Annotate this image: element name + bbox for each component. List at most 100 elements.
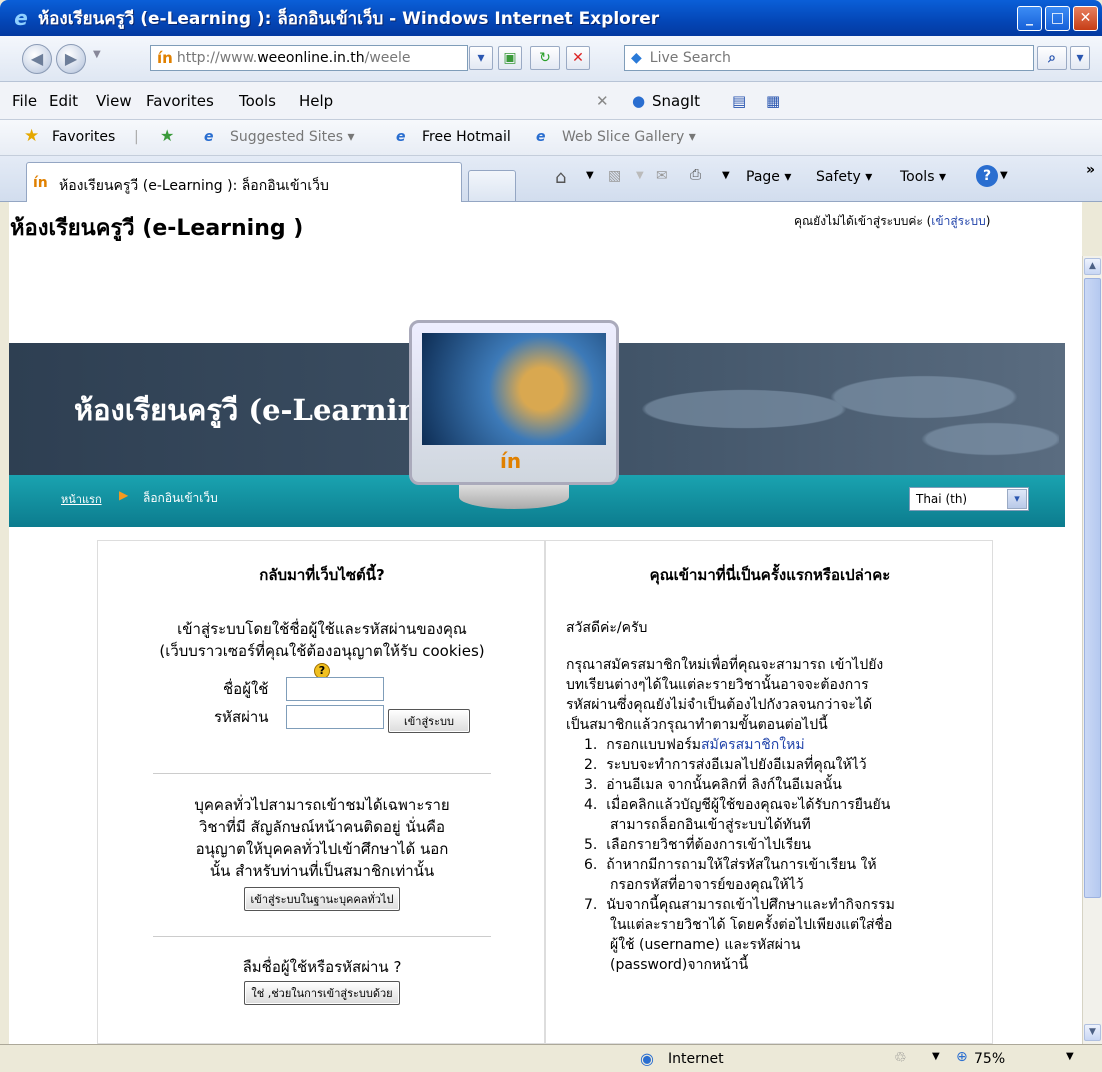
search-box[interactable]: ◆ Live Search: [624, 45, 1034, 71]
read-mail-icon[interactable]: ✉: [656, 168, 668, 184]
safety-menu[interactable]: Safety ▾: [816, 169, 872, 185]
help-dropdown-icon[interactable]: ▼: [1000, 170, 1008, 181]
language-value: Thai (th): [916, 492, 968, 506]
vertical-scrollbar[interactable]: ▲ ▼: [1082, 256, 1102, 1044]
divider: [153, 936, 491, 937]
menu-view[interactable]: View: [96, 92, 132, 110]
minimize-button[interactable]: _: [1017, 5, 1042, 31]
login-button[interactable]: เข้าสู่ระบบ: [388, 709, 470, 733]
step-7-cont-2: ผู้ใช้ (username) และรหัสผ่าน: [610, 937, 801, 953]
address-dropdown-button[interactable]: ▾: [469, 46, 493, 70]
protected-mode-icon[interactable]: ♲: [894, 1050, 907, 1066]
home-icon[interactable]: ⌂: [555, 167, 566, 188]
menu-file[interactable]: File: [12, 92, 37, 110]
search-options-button[interactable]: ▾: [1070, 46, 1090, 70]
step-3: 3. อ่านอีเมล จากนั้นคลิกที่ ลิงก์ในอีเมล…: [584, 777, 842, 793]
protected-mode-dropdown-icon[interactable]: ▼: [932, 1051, 940, 1062]
separator: |: [134, 129, 139, 145]
scroll-thumb[interactable]: [1084, 278, 1101, 898]
search-placeholder: Live Search: [649, 50, 731, 66]
history-dropdown-icon[interactable]: ▼: [93, 49, 101, 60]
forward-button[interactable]: ▶: [56, 44, 86, 74]
new-tab-button[interactable]: [468, 170, 516, 202]
zoom-dropdown-icon[interactable]: ▼: [1066, 1051, 1074, 1062]
maximize-button[interactable]: □: [1045, 5, 1070, 31]
snagit-capture-icon[interactable]: ▤: [732, 92, 746, 110]
suggested-sites-link[interactable]: Suggested Sites ▾: [230, 129, 355, 145]
language-select[interactable]: Thai (th) ▾: [909, 487, 1029, 511]
menu-favorites[interactable]: Favorites: [146, 92, 214, 110]
print-dropdown-icon[interactable]: ▼: [722, 170, 730, 181]
breadcrumb-current: ล็อกอินเข้าเว็บ: [143, 491, 218, 505]
step-7-cont-3: (password)จากหน้านี้: [610, 957, 749, 973]
close-button[interactable]: ✕: [1073, 5, 1098, 31]
scroll-up-button[interactable]: ▲: [1084, 258, 1101, 275]
guest-text-3: อนุญาตให้บุคคลทั่วไปเข้าศึกษาได้ นอก: [195, 840, 449, 858]
step-1: 1. กรอกแบบฟอร์มสมัครสมาชิกใหม่: [584, 737, 805, 753]
stop-button[interactable]: ✕: [566, 46, 590, 70]
window-title-bar[interactable]: e ห้องเรียนครูวี (e-Learning ): ล็อกอินเ…: [0, 0, 1102, 36]
search-icon[interactable]: ⌕: [1037, 46, 1067, 70]
status-bar: ◉ Internet ♲ ▼ ⊕ 75% ▼: [0, 1044, 1102, 1072]
address-bar[interactable]: ín http://www. weeonline.in.th/weele: [150, 45, 468, 71]
monitor-graphic: ín: [409, 320, 619, 485]
compatibility-view-icon[interactable]: ▣: [498, 46, 522, 70]
breadcrumb-arrow-icon: ▶: [119, 488, 129, 502]
world-map-graphic: [609, 349, 1059, 469]
tab-active[interactable]: ín ห้องเรียนครูวี (e-Learning ): ล็อกอิน…: [26, 162, 462, 202]
zoom-icon[interactable]: ⊕: [956, 1049, 968, 1065]
guest-text-2: วิชาที่มี สัญลักษณ์หน้าคนติดอยู่ นั่นคือ: [198, 818, 446, 836]
home-dropdown-icon[interactable]: ▼: [586, 170, 594, 181]
scroll-down-button[interactable]: ▼: [1084, 1024, 1101, 1041]
feeds-icon[interactable]: ▧: [608, 168, 621, 184]
password-input[interactable]: [286, 705, 384, 729]
page-menu[interactable]: Page ▾: [746, 169, 791, 185]
login-intro-2: (เว็บบราวเซอร์ที่คุณใช้ต้องอนุญาตให้รับ …: [159, 642, 485, 660]
para-line-1: กรุณาสมัครสมาชิกใหม่เพื่อที่คุณจะสามารถ …: [566, 657, 884, 673]
forgot-text: ลืมชื่อผู้ใช้หรือรหัสผ่าน ?: [242, 958, 402, 976]
para-line-4: เป็นสมาชิกแล้วกรุณาทำตามขั้นตอนต่อไปนี้: [566, 717, 828, 733]
snagit-icon[interactable]: ●: [632, 92, 645, 110]
guest-login-button[interactable]: เข้าสู่ระบบในฐานะบุคคลทั่วไป: [243, 887, 401, 911]
forgot-password-button[interactable]: ใช่ ,ช่วยในการเข้าสู่ระบบด้วย: [244, 981, 400, 1005]
step-2: 2. ระบบจะทำการส่งอีเมลไปยังอีเมลที่คุณให…: [584, 757, 867, 773]
free-hotmail-link[interactable]: Free Hotmail: [422, 129, 511, 145]
window-title: ห้องเรียนครูวี (e-Learning ): ล็อกอินเข้…: [38, 8, 660, 29]
back-button[interactable]: ◀: [22, 44, 52, 74]
url-prefix: http://www.: [176, 50, 258, 66]
tab-title: ห้องเรียนครูวี (e-Learning ): ล็อกอินเข้…: [59, 178, 329, 194]
menu-help[interactable]: Help: [299, 92, 333, 110]
site-favicon-icon: ín: [157, 49, 173, 67]
menu-tools[interactable]: Tools: [239, 92, 276, 110]
site-header-title: ห้องเรียนครูวี (e-Learning ): [10, 216, 304, 241]
close-toolbar-icon[interactable]: ✕: [596, 92, 609, 110]
login-intro-1: เข้าสู่ระบบโดยใช้ชื่อผู้ใช้และรหัสผ่านขอ…: [177, 620, 467, 638]
zoom-level[interactable]: 75%: [974, 1051, 1005, 1067]
favorites-star-icon[interactable]: ★: [24, 126, 39, 146]
feeds-dropdown-icon[interactable]: ▼: [636, 170, 644, 181]
chevron-down-icon[interactable]: ▾: [1007, 489, 1027, 509]
username-input[interactable]: [286, 677, 384, 701]
web-slice-gallery-link[interactable]: Web Slice Gallery ▾: [562, 129, 696, 145]
snagit-label[interactable]: SnagIt: [652, 92, 700, 110]
tools-menu[interactable]: Tools ▾: [900, 169, 946, 185]
guest-text-1: บุคคลทั่วไปสามารถเข้าชมได้เฉพาะราย: [194, 796, 450, 814]
greeting: สวัสดีค่ะ/ครับ: [566, 620, 648, 636]
step-4: 4. เมื่อคลิกแล้วบัญชีผู้ใช้ของคุณจะได้รั…: [584, 797, 891, 813]
login-link[interactable]: เข้าสู่ระบบ: [931, 214, 986, 228]
signup-link[interactable]: สมัครสมาชิกใหม่: [701, 737, 805, 753]
print-icon[interactable]: ⎙: [690, 167, 701, 183]
help-icon[interactable]: ?: [976, 165, 998, 187]
refresh-button[interactable]: ↻: [530, 46, 560, 70]
favorites-button[interactable]: Favorites: [52, 129, 115, 145]
breadcrumb-home-link[interactable]: หน้าแรก: [61, 490, 102, 508]
menu-edit[interactable]: Edit: [49, 92, 78, 110]
snagit-editor-icon[interactable]: ▦: [766, 92, 780, 110]
page-header-area: ห้องเรียนครูวี (e-Learning ) คุณยังไม่ได…: [9, 202, 1082, 256]
chevron-more-icon[interactable]: »: [1086, 162, 1095, 178]
add-favorite-icon[interactable]: ★: [160, 126, 174, 145]
guest-text-4: นั้น สำหรับท่านที่เป็นสมาชิกเท่านั้น: [209, 862, 435, 880]
para-line-2: บทเรียนต่างๆได้ในแต่ละรายวิชานั้นอาจจะต้…: [566, 677, 869, 693]
signup-steps: 1. กรอกแบบฟอร์มสมัครสมาชิกใหม่ 2. ระบบจะ…: [584, 735, 984, 975]
monitor-screen: [422, 333, 606, 445]
